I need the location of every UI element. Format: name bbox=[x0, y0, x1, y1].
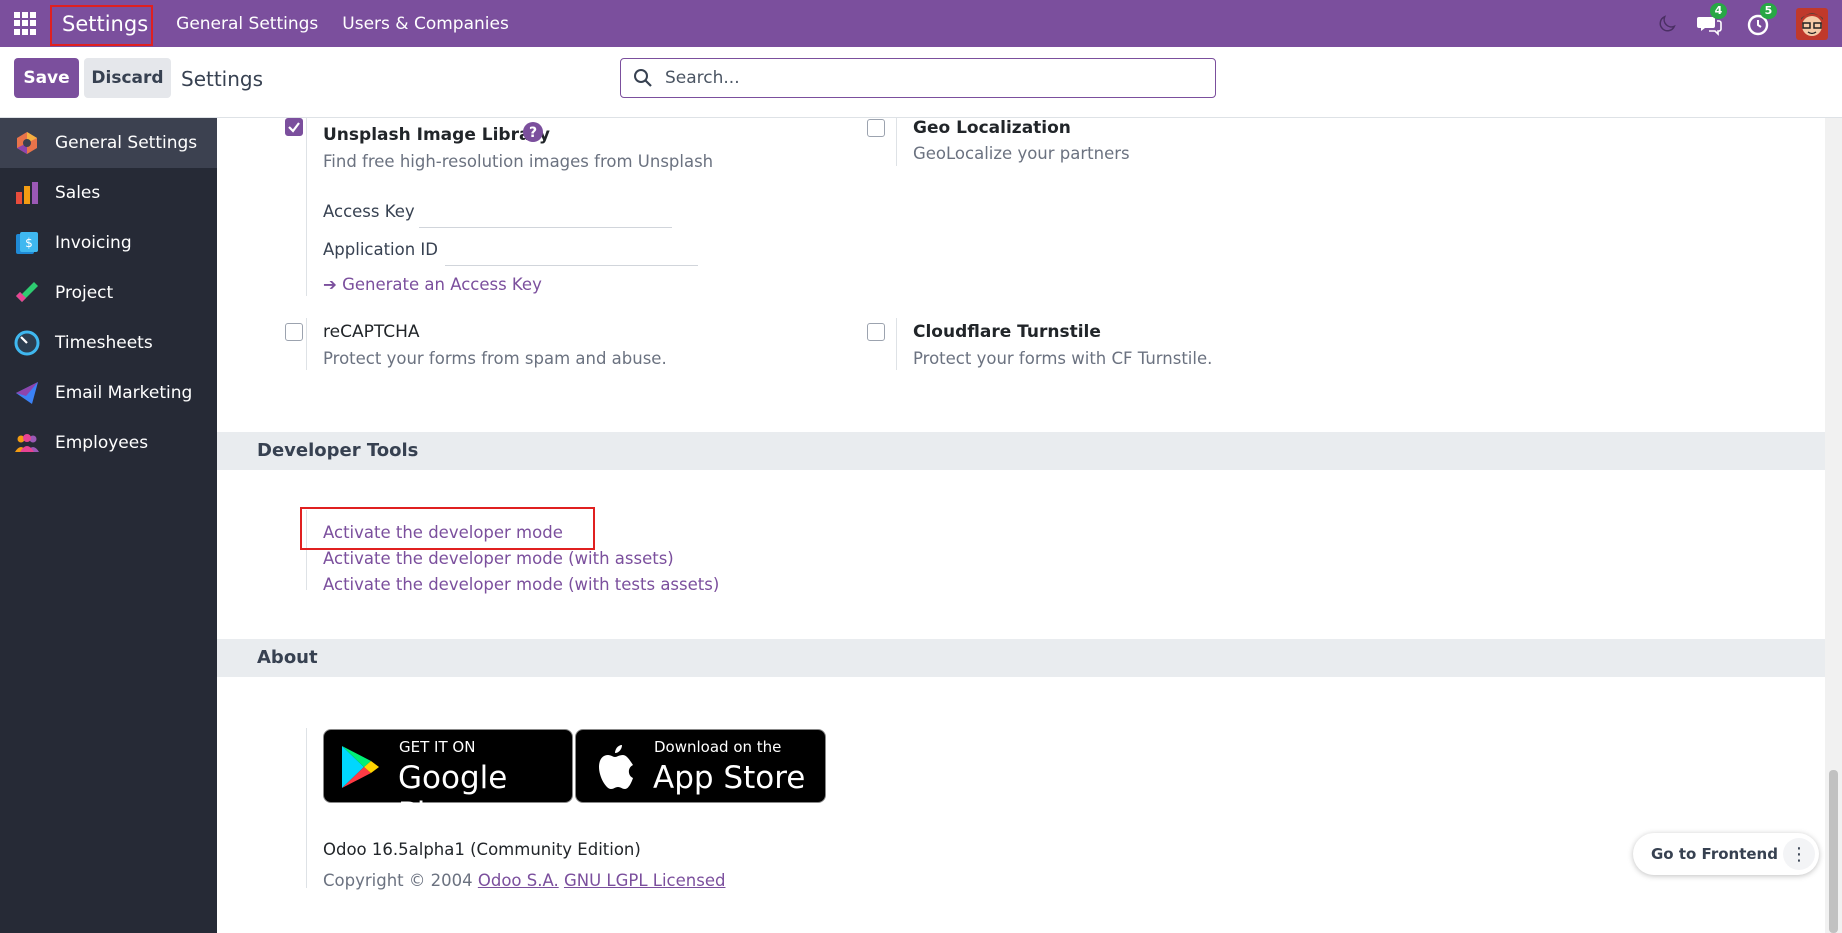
developer-tools-header: Developer Tools bbox=[217, 432, 1825, 470]
app-store-badge[interactable]: Download on the App Store bbox=[575, 729, 826, 803]
geo-localization-checkbox[interactable] bbox=[867, 119, 885, 137]
top-navbar: Settings General Settings Users & Compan… bbox=[0, 0, 1842, 47]
recaptcha-title: reCAPTCHA bbox=[323, 322, 420, 342]
timesheets-icon bbox=[14, 330, 40, 356]
sidebar-item-label: Sales bbox=[55, 183, 101, 203]
systray: 4 5 bbox=[1656, 0, 1842, 47]
google-play-small-text: GET IT ON bbox=[399, 738, 476, 756]
search-bar[interactable] bbox=[620, 58, 1216, 98]
messaging-menu[interactable]: 4 bbox=[1696, 2, 1727, 37]
sidebar-item-project[interactable]: Project bbox=[0, 268, 217, 318]
copyright-text: Copyright © 2004 bbox=[323, 871, 473, 890]
avatar-image bbox=[1796, 7, 1828, 40]
section-title: Developer Tools bbox=[257, 440, 419, 461]
google-play-icon bbox=[342, 746, 379, 788]
invoicing-icon: $ bbox=[16, 232, 38, 254]
license-link[interactable]: GNU LGPL Licensed bbox=[564, 871, 726, 890]
frontend-widget: Go to Frontend ⋮ bbox=[1633, 833, 1819, 875]
sales-icon bbox=[16, 182, 38, 204]
sidebar-item-email-marketing[interactable]: Email Marketing bbox=[0, 368, 217, 418]
go-to-frontend-button[interactable]: Go to Frontend bbox=[1651, 845, 1778, 863]
geo-localization-description: GeoLocalize your partners bbox=[913, 144, 1130, 163]
generate-access-key-link[interactable]: ➔ Generate an Access Key bbox=[323, 275, 542, 294]
general-settings-icon bbox=[17, 132, 37, 154]
sidebar-item-label: Invoicing bbox=[55, 233, 132, 253]
unsplash-checkbox[interactable] bbox=[285, 118, 303, 136]
save-button[interactable]: Save bbox=[14, 58, 79, 98]
email-marketing-icon bbox=[16, 382, 38, 404]
settings-content: Unsplash Image Library ? Find free high-… bbox=[217, 118, 1825, 933]
sidebar-item-invoicing[interactable]: $ Invoicing bbox=[0, 218, 217, 268]
turnstile-checkbox[interactable] bbox=[867, 323, 885, 341]
app-store-small-text: Download on the bbox=[654, 738, 782, 756]
turnstile-title: Cloudflare Turnstile bbox=[913, 322, 1101, 342]
more-options-icon[interactable]: ⋮ bbox=[1783, 838, 1815, 870]
odoo-sa-link[interactable]: Odoo S.A. bbox=[478, 871, 559, 890]
svg-text:?: ? bbox=[529, 125, 537, 141]
access-key-input[interactable] bbox=[419, 227, 672, 228]
unsplash-description: Find free high-resolution images from Un… bbox=[323, 152, 714, 171]
highlight-box bbox=[50, 4, 153, 46]
svg-text:$: $ bbox=[25, 236, 33, 250]
application-id-input[interactable] bbox=[445, 265, 698, 266]
nav-general-settings[interactable]: General Settings bbox=[164, 14, 330, 34]
about-header: About bbox=[217, 639, 1825, 677]
search-input[interactable] bbox=[665, 68, 1165, 88]
settings-sidebar: General Settings Sales $ Invoicing Proje… bbox=[0, 118, 217, 933]
application-id-label: Application ID bbox=[323, 240, 439, 259]
search-icon bbox=[634, 69, 652, 87]
scrollbar-thumb[interactable] bbox=[1829, 770, 1838, 933]
checkmark-icon bbox=[288, 122, 300, 133]
sidebar-item-label: Project bbox=[55, 283, 114, 303]
apple-icon bbox=[599, 745, 633, 789]
content-scrollbar[interactable] bbox=[1825, 118, 1842, 933]
access-key-label: Access Key bbox=[323, 202, 415, 221]
messages-badge: 4 bbox=[1710, 2, 1727, 19]
sidebar-item-sales[interactable]: Sales bbox=[0, 168, 217, 218]
employees-icon bbox=[15, 434, 39, 452]
version-text: Odoo 16.5alpha1 (Community Edition) bbox=[323, 840, 641, 859]
sidebar-item-label: Timesheets bbox=[55, 333, 153, 353]
control-panel: Save Discard Settings bbox=[0, 47, 1842, 118]
dark-mode-icon[interactable] bbox=[1656, 13, 1678, 35]
setting-divider bbox=[896, 118, 897, 166]
setting-divider bbox=[306, 318, 307, 370]
app-store-big-text: App Store bbox=[653, 760, 806, 796]
setting-divider bbox=[896, 318, 897, 370]
recaptcha-description: Protect your forms from spam and abuse. bbox=[323, 349, 667, 368]
page-title: Settings bbox=[181, 67, 264, 91]
activate-developer-mode-link[interactable]: Activate the developer mode bbox=[323, 523, 563, 542]
activity-menu[interactable]: 5 bbox=[1746, 2, 1777, 37]
sidebar-item-timesheets[interactable]: Timesheets bbox=[0, 318, 217, 368]
geo-localization-title: Geo Localization bbox=[913, 118, 1071, 138]
project-icon bbox=[16, 282, 38, 302]
copyright-line: Copyright © 2004 Odoo S.A. GNU LGPL Lice… bbox=[323, 871, 725, 890]
apps-grid-icon[interactable] bbox=[14, 11, 38, 36]
nav-users-companies[interactable]: Users & Companies bbox=[330, 14, 521, 34]
turnstile-description: Protect your forms with CF Turnstile. bbox=[913, 349, 1213, 368]
nav-menu: General Settings Users & Companies bbox=[164, 14, 521, 34]
section-title: About bbox=[257, 647, 318, 668]
sidebar-item-label: Email Marketing bbox=[55, 383, 193, 403]
recaptcha-checkbox[interactable] bbox=[285, 323, 303, 341]
sidebar-item-employees[interactable]: Employees bbox=[0, 418, 217, 468]
setting-divider bbox=[306, 118, 307, 296]
app-brand[interactable]: Settings bbox=[50, 4, 154, 46]
activate-developer-mode-tests-link[interactable]: Activate the developer mode (with tests … bbox=[323, 575, 719, 594]
unsplash-title: Unsplash Image Library bbox=[323, 125, 550, 145]
google-play-big-text: Google Play bbox=[398, 760, 508, 832]
sidebar-item-general-settings[interactable]: General Settings bbox=[0, 118, 217, 168]
activities-badge: 5 bbox=[1760, 2, 1777, 19]
help-icon[interactable]: ? bbox=[523, 122, 543, 142]
google-play-badge[interactable]: GET IT ON Google Play bbox=[323, 729, 573, 832]
setting-divider bbox=[306, 728, 307, 888]
sidebar-item-label: General Settings bbox=[55, 133, 198, 153]
discard-button[interactable]: Discard bbox=[84, 58, 171, 98]
sidebar-item-label: Employees bbox=[55, 433, 149, 453]
activate-developer-mode-assets-link[interactable]: Activate the developer mode (with assets… bbox=[323, 549, 674, 568]
user-avatar[interactable] bbox=[1796, 7, 1828, 40]
